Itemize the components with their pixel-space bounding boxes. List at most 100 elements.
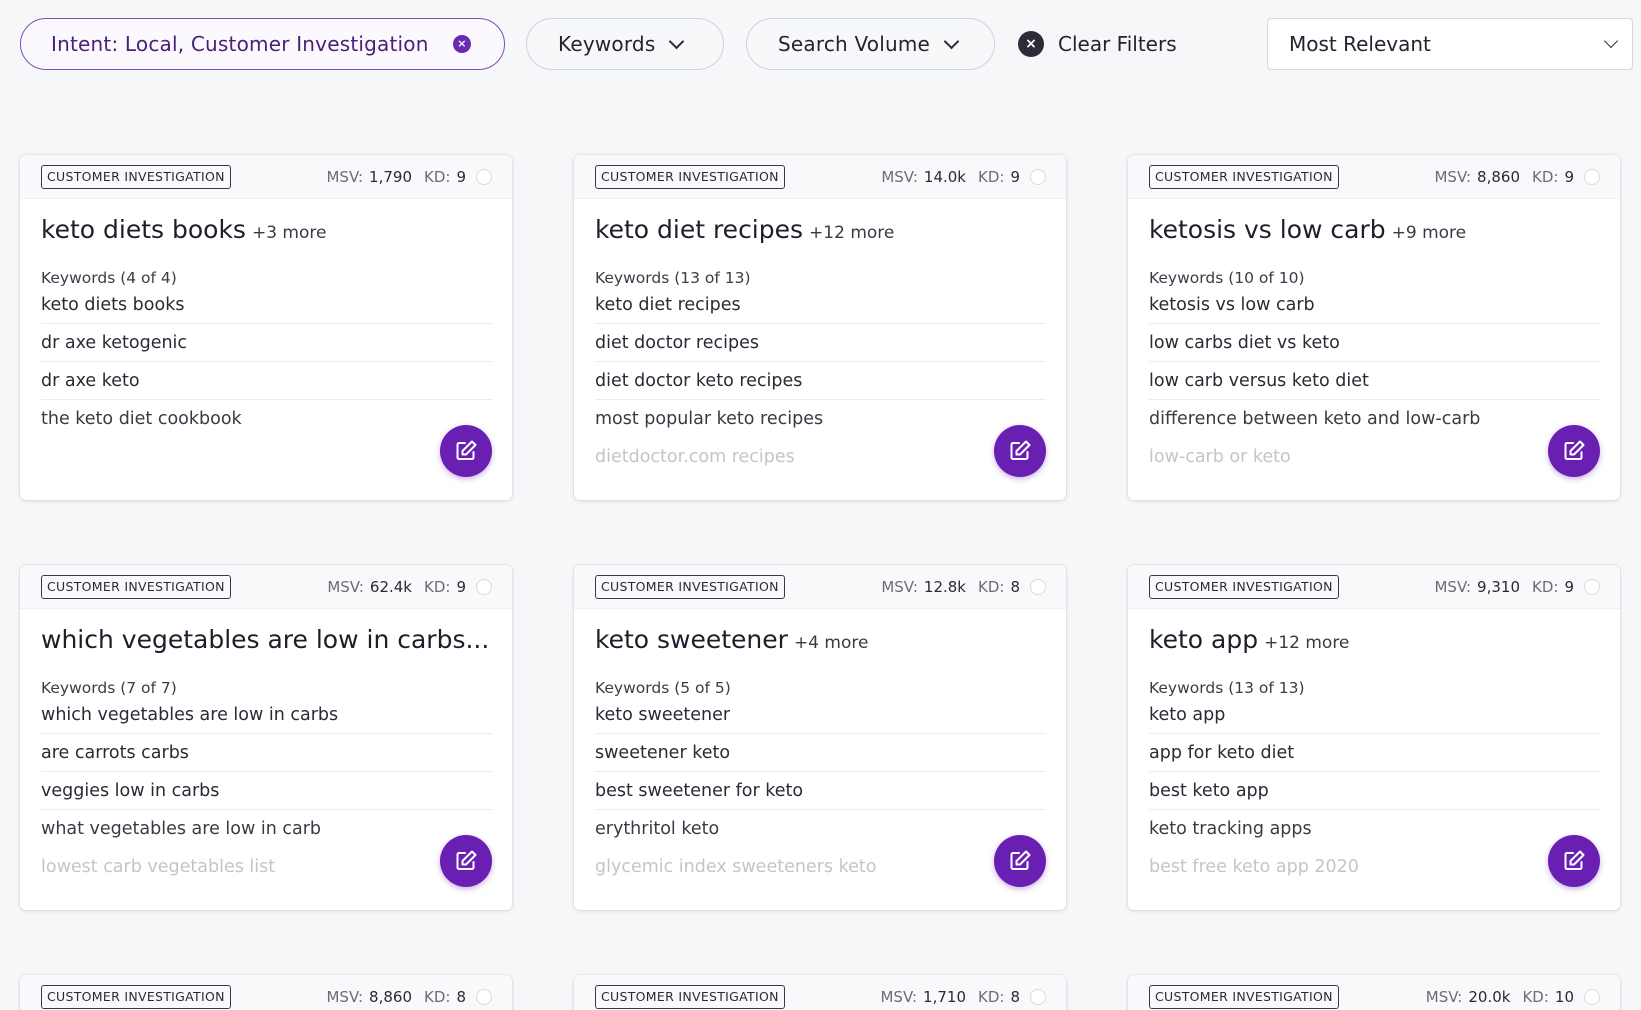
keyword-item[interactable]: keto sweetener [595,696,1046,734]
msv-value: 9,310 [1477,578,1520,596]
card-header: CUSTOMER INVESTIGATION MSV: 8,860 KD: 8 [20,975,512,1010]
chevron-down-icon [1603,33,1619,49]
intent-badge: CUSTOMER INVESTIGATION [1149,575,1339,599]
kd-label: KD: [978,988,1005,1006]
card-header: CUSTOMER INVESTIGATION MSV: 1,710 KD: 8 [574,975,1066,1010]
keyword-item[interactable]: veggies low in carbs [41,772,492,810]
select-checkbox[interactable] [1030,989,1046,1005]
cluster-title[interactable]: keto diets books +3 more [41,215,326,244]
keyword-item[interactable]: dietdoctor.com recipes [595,438,1046,476]
keyword-item[interactable]: most popular keto recipes [595,400,1046,438]
msv-value: 1,790 [369,168,412,186]
edit-button[interactable] [1548,835,1600,887]
keywords-count: Keywords (13 of 13) [1149,679,1305,697]
intent-filter-chip[interactable]: Intent: Local, Customer Investigation × [20,18,505,70]
keyword-item[interactable]: app for keto diet [1149,734,1600,772]
cluster-title-text: keto diet recipes [595,215,804,244]
cluster-title[interactable]: keto sweetener +4 more [595,625,868,654]
cluster-title[interactable]: keto app +12 more [1149,625,1349,654]
keyword-item[interactable]: keto tracking apps [1149,810,1600,848]
select-checkbox[interactable] [1584,169,1600,185]
msv-value: 14.0k [923,168,966,186]
cluster-title[interactable]: ketosis vs low carb +9 more [1149,215,1466,244]
edit-button[interactable] [440,835,492,887]
keyword-item[interactable]: sweetener keto [595,734,1046,772]
keyword-cluster-card[interactable]: CUSTOMER INVESTIGATION MSV: 20.0k KD: 10 [1128,975,1620,1010]
keyword-item[interactable]: the keto diet cookbook [41,400,492,438]
keyword-list: which vegetables are low in carbs are car… [41,696,492,886]
keyword-item[interactable]: best keto app [1149,772,1600,810]
keyword-cluster-card[interactable]: CUSTOMER INVESTIGATION MSV: 14.0k KD: 9 … [574,155,1066,500]
msv-label: MSV: [880,988,918,1006]
keyword-item[interactable]: lowest carb vegetables list [41,848,492,886]
edit-button[interactable] [1548,425,1600,477]
cluster-title[interactable]: which vegetables are low in carbs... [41,625,495,654]
keyword-item[interactable]: diet doctor keto recipes [595,362,1046,400]
keyword-item[interactable]: glycemic index sweeteners keto [595,848,1046,886]
edit-button[interactable] [440,425,492,477]
search-volume-filter-dropdown[interactable]: Search Volume [746,18,995,70]
keyword-item[interactable]: dr axe ketogenic [41,324,492,362]
keyword-cluster-card[interactable]: CUSTOMER INVESTIGATION MSV: 8,860 KD: 8 [20,975,512,1010]
card-metrics: MSV: 8,860 KD: 9 [1434,155,1600,199]
keyword-item[interactable]: what vegetables are low in carb [41,810,492,848]
select-checkbox[interactable] [1584,989,1600,1005]
keywords-count: Keywords (5 of 5) [595,679,731,697]
keyword-cluster-card[interactable]: CUSTOMER INVESTIGATION MSV: 8,860 KD: 9 … [1128,155,1620,500]
intent-badge: CUSTOMER INVESTIGATION [41,985,231,1009]
keywords-filter-dropdown[interactable]: Keywords [526,18,724,70]
edit-button[interactable] [994,835,1046,887]
edit-button[interactable] [994,425,1046,477]
keyword-cluster-card[interactable]: CUSTOMER INVESTIGATION MSV: 9,310 KD: 9 … [1128,565,1620,910]
keyword-item[interactable]: best sweetener for keto [595,772,1046,810]
intent-clear-icon[interactable]: × [453,35,471,53]
card-header: CUSTOMER INVESTIGATION MSV: 20.0k KD: 10 [1128,975,1620,1010]
select-checkbox[interactable] [1030,169,1046,185]
card-header: CUSTOMER INVESTIGATION MSV: 12.8k KD: 8 [574,565,1066,609]
card-metrics: MSV: 1,710 KD: 8 [880,975,1046,1010]
select-checkbox[interactable] [1584,579,1600,595]
keyword-item[interactable]: which vegetables are low in carbs [41,696,492,734]
select-checkbox[interactable] [476,989,492,1005]
msv-label: MSV: [881,168,918,186]
keyword-item[interactable]: erythritol keto [595,810,1046,848]
keyword-item[interactable]: diet doctor recipes [595,324,1046,362]
keyword-item[interactable]: keto app [1149,696,1600,734]
filter-bar: Intent: Local, Customer Investigation × … [20,18,1641,72]
keyword-item[interactable]: keto diets books [41,286,492,324]
clear-filters-button[interactable]: × Clear Filters [1018,18,1177,70]
card-header: CUSTOMER INVESTIGATION MSV: 62.4k KD: 9 [20,565,512,609]
keyword-item[interactable]: keto diet recipes [595,286,1046,324]
keyword-item[interactable]: low-carb or keto [1149,438,1600,476]
sort-select[interactable]: Most Relevant [1267,18,1633,70]
keyword-cluster-card[interactable]: CUSTOMER INVESTIGATION MSV: 62.4k KD: 9 … [20,565,512,910]
keyword-item[interactable]: difference between keto and low-carb [1149,400,1600,438]
kd-value: 9 [1010,168,1020,186]
keyword-item[interactable]: dr axe keto [41,362,492,400]
select-checkbox[interactable] [476,579,492,595]
kd-value: 10 [1554,988,1574,1006]
cluster-title-text: ketosis vs low carb [1149,215,1386,244]
kd-value: 9 [1564,578,1574,596]
keyword-item[interactable]: best free keto app 2020 [1149,848,1600,886]
kd-label: KD: [978,578,1005,596]
keyword-item[interactable]: are carrots carbs [41,734,492,772]
keyword-item[interactable]: ketosis vs low carb [1149,286,1600,324]
keyword-item[interactable]: low carb versus keto diet [1149,362,1600,400]
select-checkbox[interactable] [1030,579,1046,595]
intent-badge: CUSTOMER INVESTIGATION [41,165,231,189]
msv-label: MSV: [1434,578,1472,596]
keyword-cluster-card[interactable]: CUSTOMER INVESTIGATION MSV: 12.8k KD: 8 … [574,565,1066,910]
cluster-title-text: keto sweetener [595,625,788,654]
more-keywords-count: +4 more [793,633,869,653]
intent-badge: CUSTOMER INVESTIGATION [595,165,785,189]
more-keywords-count: +12 more [809,223,895,243]
cluster-title[interactable]: keto diet recipes +12 more [595,215,894,244]
keywords-count: Keywords (7 of 7) [41,679,177,697]
keyword-cluster-card[interactable]: CUSTOMER INVESTIGATION MSV: 1,790 KD: 9 … [20,155,512,500]
keyword-cluster-card[interactable]: CUSTOMER INVESTIGATION MSV: 1,710 KD: 8 [574,975,1066,1010]
keyword-item[interactable]: low carbs diet vs keto [1149,324,1600,362]
intent-badge: CUSTOMER INVESTIGATION [595,985,785,1009]
msv-label: MSV: [326,168,364,186]
select-checkbox[interactable] [476,169,492,185]
